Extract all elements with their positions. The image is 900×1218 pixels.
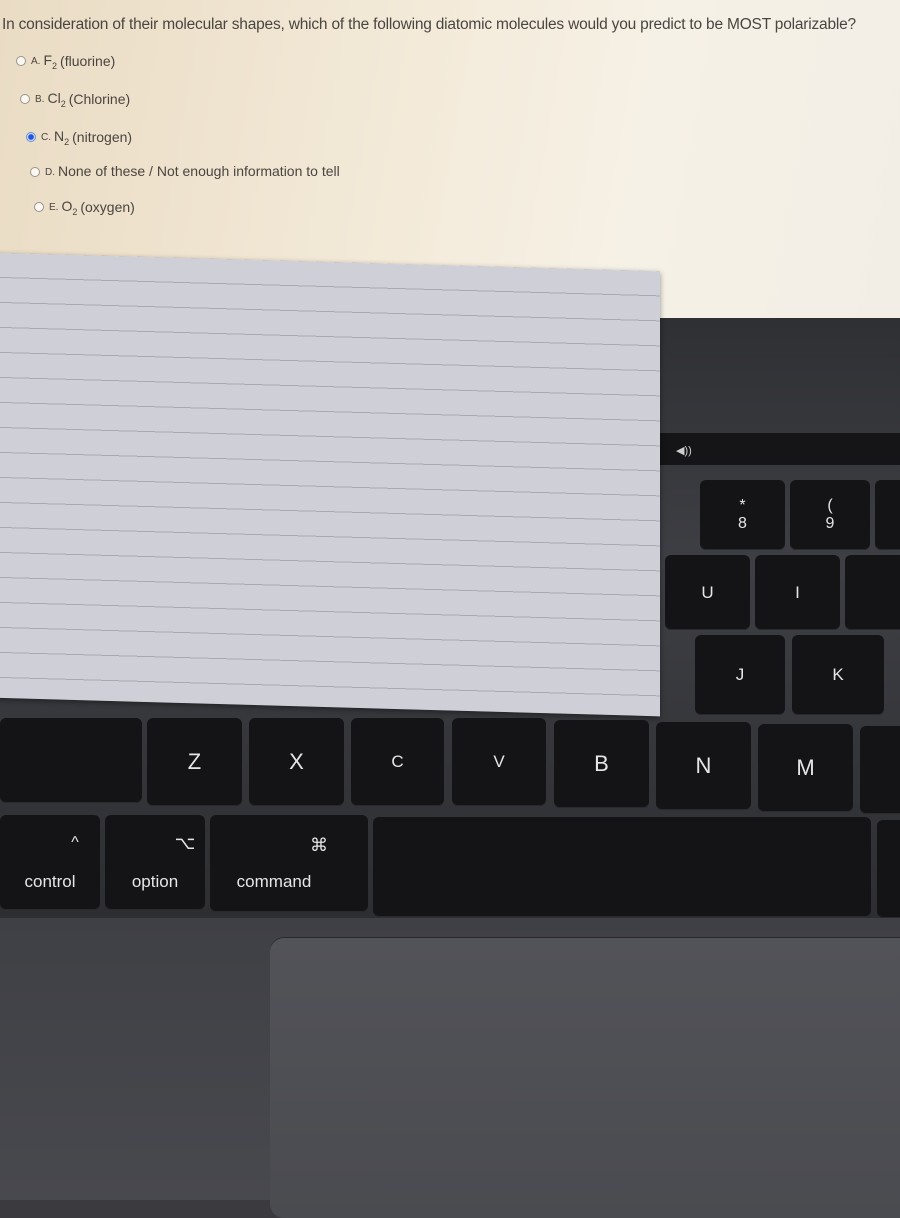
key-label: 9: [825, 515, 835, 532]
caret-icon: ^: [71, 833, 79, 851]
key-command-right[interactable]: ⌘: [877, 820, 900, 918]
radio-button[interactable]: [26, 132, 36, 143]
key-j[interactable]: J: [695, 635, 785, 715]
formula-text: F: [43, 52, 53, 68]
option-formula: F2: [43, 52, 57, 71]
option-name: (Chlorine): [68, 91, 131, 108]
option-name: (fluorine): [60, 53, 116, 70]
formula-text: O: [61, 198, 73, 214]
lined-paper: [0, 252, 660, 717]
key-i[interactable]: I: [755, 555, 840, 630]
key-c[interactable]: C: [351, 718, 444, 806]
speaker-icon[interactable]: ◀)): [676, 444, 692, 457]
option-name: (oxygen): [80, 199, 135, 216]
radio-button[interactable]: [16, 56, 26, 67]
option-icon: ⌥: [174, 833, 196, 853]
radio-button[interactable]: [34, 202, 44, 213]
answer-option-d[interactable]: D. None of these / Not enough information…: [30, 163, 343, 182]
formula-text: N: [54, 128, 65, 144]
key-u[interactable]: U: [665, 555, 750, 630]
key-n[interactable]: N: [656, 722, 751, 810]
option-letter: A.: [31, 55, 41, 67]
key-8[interactable]: * 8: [700, 480, 785, 550]
key-control[interactable]: ^ control: [0, 815, 100, 910]
answer-option-e[interactable]: E. O2 (oxygen): [34, 198, 135, 217]
key-m[interactable]: M: [758, 724, 853, 812]
option-letter: D.: [45, 166, 55, 178]
key-symbol: (: [827, 497, 833, 514]
option-letter: C.: [41, 131, 51, 143]
key-label: control: [24, 871, 76, 891]
answer-option-c[interactable]: C. N2 (nitrogen): [26, 128, 132, 147]
key-symbol: *: [739, 497, 746, 514]
key-b[interactable]: B: [554, 720, 649, 808]
option-name: (nitrogen): [72, 129, 133, 146]
key-x[interactable]: X: [249, 718, 344, 806]
answer-option-a[interactable]: A. F2 (fluorine): [16, 52, 115, 71]
key-comma[interactable]: <: [860, 726, 900, 814]
key-command[interactable]: ⌘ command: [210, 815, 368, 912]
formula-text: Cl: [47, 90, 61, 106]
option-letter: B.: [35, 93, 45, 105]
subscript: 2: [60, 98, 66, 109]
key-label: 8: [738, 515, 747, 532]
option-formula: None of these / Not enough information t…: [58, 163, 340, 182]
trackpad[interactable]: [270, 938, 900, 1218]
option-letter: E.: [49, 201, 59, 213]
radio-button[interactable]: [20, 94, 30, 105]
subscript: 2: [64, 136, 70, 147]
option-formula: N2: [54, 128, 69, 147]
subscript: 2: [72, 206, 78, 217]
key-label: option: [131, 872, 179, 891]
key-9[interactable]: (9: [790, 480, 870, 550]
option-formula: O2: [61, 198, 77, 217]
answer-option-b[interactable]: B. Cl2 (Chlorine): [20, 90, 130, 109]
key-space[interactable]: [373, 817, 871, 917]
subscript: 2: [52, 60, 58, 71]
key-option[interactable]: ⌥ option: [105, 815, 205, 910]
option-formula: Cl2: [47, 90, 65, 109]
radio-button[interactable]: [30, 167, 40, 178]
key-label: command: [236, 872, 312, 891]
question-text: In consideration of their molecular shap…: [2, 16, 856, 33]
formula-text: None of these / Not enough information t…: [58, 163, 340, 179]
command-icon: ⌘: [310, 835, 328, 855]
key-k[interactable]: K: [792, 635, 884, 715]
key-shift[interactable]: [0, 718, 142, 803]
key-0[interactable]: [875, 480, 900, 550]
key-v[interactable]: V: [452, 718, 546, 806]
key-o[interactable]: O: [845, 555, 900, 630]
key-z[interactable]: Z: [147, 718, 242, 806]
